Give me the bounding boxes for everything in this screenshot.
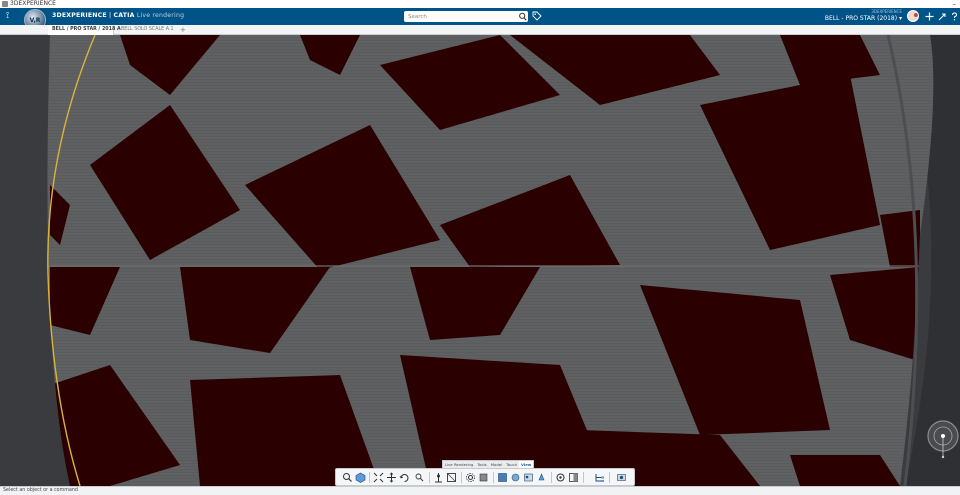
robot-compass-icon[interactable] (926, 418, 960, 462)
collab-space-caret: ▾ (898, 15, 902, 22)
tab-bell-solo-scale[interactable]: BELL SOLO SCALE A.1 (117, 25, 179, 35)
tab-bell-pro-star[interactable]: BELL / PRO STAR / 2018 A (48, 25, 121, 35)
document-tab-bar: BELL / PRO STAR / 2018 A BELL SOLO SCALE… (0, 25, 960, 35)
user-info[interactable]: 3DEXPERIENCE BELL - PRO STAR (2018) ▾ (825, 9, 902, 23)
separator (583, 472, 584, 483)
tab-live-rendering[interactable]: Live Rendering (443, 461, 475, 468)
app-name: CATIA (113, 12, 135, 19)
action-bar (335, 468, 635, 486)
search-icon[interactable] (518, 11, 528, 22)
app-subtitle: Live rendering (136, 12, 185, 19)
add-icon[interactable] (924, 11, 935, 22)
viewport-canvas[interactable] (0, 35, 960, 486)
avatar[interactable] (907, 10, 919, 22)
camera-icon[interactable] (555, 472, 566, 483)
tab-view[interactable]: View (519, 461, 534, 468)
settings-icon[interactable] (465, 472, 476, 483)
search-input[interactable] (404, 11, 528, 22)
window-title: 3DEXPERIENCE (10, 0, 56, 7)
capture-icon[interactable] (616, 472, 627, 483)
tab-tools[interactable]: Tools (475, 461, 488, 468)
window-titlebar: 3DEXPERIENCE – (0, 0, 960, 8)
rotate-icon[interactable] (399, 472, 410, 483)
textured-surface (47, 35, 934, 486)
normal-view-icon[interactable] (433, 472, 444, 483)
app-title: 3DEXPERIENCE | CATIA Live rendering (52, 12, 184, 19)
3d-viewport[interactable] (0, 35, 960, 486)
tag-icon[interactable] (532, 11, 542, 21)
zoom-icon[interactable] (342, 472, 353, 483)
light-icon[interactable] (536, 472, 547, 483)
collab-space: BELL - PRO STAR (2018) (824, 15, 898, 22)
add-tab-button[interactable]: + (180, 25, 186, 35)
brand-name: 3DEXPERIENCE (52, 12, 107, 19)
separator (369, 472, 370, 483)
zoom-in-out-icon[interactable] (414, 472, 425, 483)
status-text: Select an object or a command (3, 488, 78, 493)
fit-all-icon[interactable] (373, 472, 384, 483)
separator (609, 472, 610, 483)
action-bar-tabs: Live Rendering Tools Model Touch View (442, 460, 535, 468)
separator (429, 472, 430, 483)
tab-model[interactable]: Model (489, 461, 504, 468)
minimize-button[interactable]: – (953, 0, 957, 8)
separator (493, 472, 494, 483)
app-icon (2, 1, 8, 7)
ambience-icon[interactable] (523, 472, 534, 483)
pan-icon[interactable] (386, 472, 397, 483)
shading-icon[interactable] (497, 472, 508, 483)
cube-view-icon[interactable] (355, 472, 366, 483)
dassault-logo-icon[interactable]: ⟟ (6, 11, 9, 21)
tab-touch[interactable]: Touch (504, 461, 519, 468)
help-icon[interactable] (949, 11, 960, 22)
box-icon[interactable] (478, 472, 489, 483)
view-mode-icon[interactable] (446, 472, 457, 483)
share-icon[interactable] (937, 11, 948, 22)
separator (461, 472, 462, 483)
render-icon[interactable] (510, 472, 521, 483)
layout-icon[interactable] (568, 472, 579, 483)
separator (551, 472, 552, 483)
tree-icon[interactable] (594, 472, 605, 483)
compass-letter: V,R (29, 17, 41, 24)
status-bar: Select an object or a command (0, 486, 960, 495)
